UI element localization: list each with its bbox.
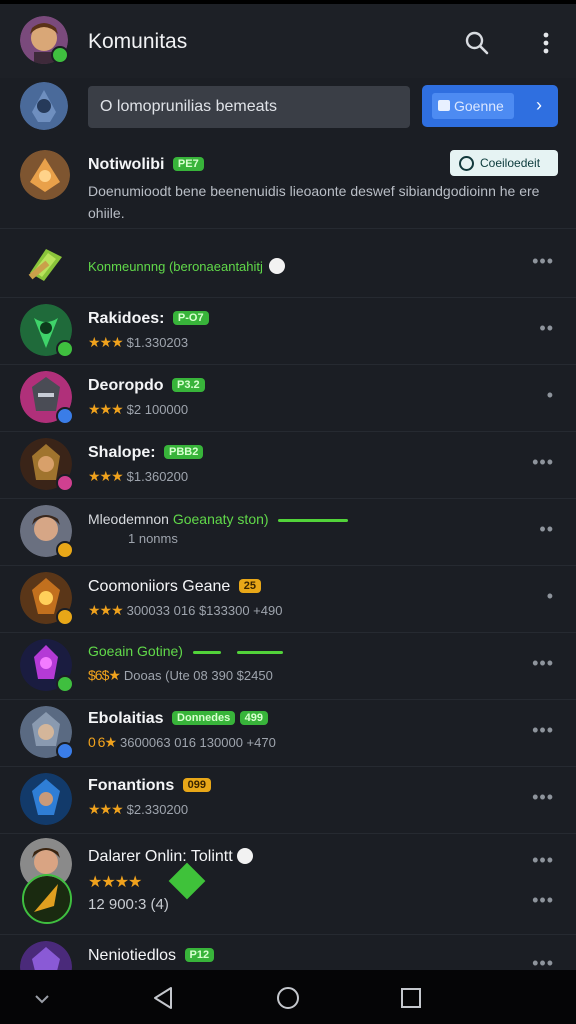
- item-name: Ebolaitias: [88, 710, 164, 727]
- notice-badge: PE7: [172, 157, 204, 171]
- item-highlight: Goeanaty ston): [172, 511, 269, 527]
- chevron-right-icon: ›: [536, 95, 542, 115]
- item-name: Goeain Gotine): [88, 643, 183, 659]
- verified-icon: [237, 848, 254, 864]
- item-meta: $1.360200: [126, 469, 189, 484]
- item-badge: P-O7: [172, 311, 209, 325]
- gem-icon: [24, 243, 66, 290]
- rating-stars: 0 6★: [88, 734, 117, 750]
- item-meta: $1.330203: [126, 335, 189, 350]
- more-horiz-icon[interactable]: •••: [532, 787, 554, 808]
- item-meta: 3600063 016 130000 +470: [120, 735, 276, 750]
- more-vert-icon[interactable]: [540, 32, 552, 59]
- progress-squiggle: [278, 518, 349, 522]
- item-meta: Dooas (Ute 08 390 $2450: [123, 668, 273, 683]
- rating-stars: ★★★: [88, 468, 124, 484]
- more-horiz-icon[interactable]: •••: [532, 890, 554, 911]
- item-badge: 25: [238, 579, 261, 593]
- verified-badge-icon: [56, 742, 74, 760]
- verified-badge-icon: [51, 46, 69, 64]
- feature-row[interactable]: Konmeunnng (beronaeantahitj •••: [0, 229, 576, 298]
- top-app-bar: Komunitas: [0, 0, 576, 78]
- more-horiz-icon[interactable]: •••: [532, 452, 554, 473]
- item-name: Neniotiedlos: [88, 947, 177, 964]
- verified-icon: [268, 258, 285, 274]
- item-badge: PBB2: [164, 445, 204, 459]
- chevron-down-icon[interactable]: [34, 992, 50, 1010]
- rating-stars: ★★★★: [88, 874, 142, 891]
- verified-badge-icon: [56, 407, 74, 425]
- rating-stars: $6$★: [88, 667, 121, 683]
- item-meta: $2 100000: [126, 402, 189, 417]
- confirmed-status-badge: Coeiloedeit: [450, 150, 558, 176]
- item-badge: Donnedes: [172, 711, 236, 725]
- gem-icon: [168, 862, 206, 900]
- item-meta: 300033 016 $133300 +490: [126, 603, 283, 618]
- search-icon[interactable]: [464, 30, 490, 61]
- more-horiz-icon[interactable]: ••: [539, 519, 554, 540]
- more-horiz-icon[interactable]: •: [547, 385, 554, 406]
- item-name: Coomoniiors Geane: [88, 578, 231, 595]
- list-item[interactable]: Dalarer Onlin: Tolintt ★★★★ 12 900:3 (4)…: [0, 834, 576, 935]
- go-button-label: Goenne: [432, 93, 514, 119]
- list-item[interactable]: Deoropdo P3.2 ★★★ $2 100000 •: [0, 365, 576, 432]
- search-input[interactable]: O lomoprunilias bemeats: [88, 86, 410, 128]
- list-item[interactable]: Ebolaitias Donnedes 499 0 6★ 3600063 016 …: [0, 700, 576, 767]
- more-horiz-icon[interactable]: •: [547, 586, 554, 607]
- item-name: Shalope:: [88, 444, 156, 461]
- item-badge: 099: [182, 778, 212, 792]
- back-triangle-icon[interactable]: [152, 986, 174, 1015]
- recents-square-icon[interactable]: [400, 987, 422, 1014]
- more-horiz-icon[interactable]: ••: [539, 318, 554, 339]
- list-item[interactable]: Fonantions 099 ★★★ $2.330200 •••: [0, 767, 576, 834]
- item-badge-secondary: 499: [239, 711, 269, 725]
- verified-badge-icon: [56, 608, 74, 626]
- item-meta: $2.330200: [126, 802, 189, 817]
- item-name: Deoropdo: [88, 377, 164, 394]
- notice-row[interactable]: Notiwolibi PE7 Coeiloedeit Doenumioodt b…: [0, 138, 576, 229]
- verified-badge-icon: [56, 474, 74, 492]
- item-avatar: [20, 773, 72, 825]
- item-meta: 12 900:3 (4): [88, 896, 169, 913]
- user-avatar[interactable]: [20, 82, 68, 130]
- rating-stars: ★★★: [88, 801, 124, 817]
- list-item[interactable]: Neniotiedlos P12 •••: [0, 935, 576, 993]
- verified-badge-icon: [56, 541, 74, 559]
- notice-avatar: [20, 150, 70, 200]
- more-horiz-icon[interactable]: •••: [532, 251, 554, 272]
- rating-stars: ★★★: [88, 602, 124, 618]
- verified-badge-icon: [56, 675, 74, 693]
- list-item[interactable]: Rakidoes: P-O7 ★★★ $1.330203 ••: [0, 298, 576, 365]
- list-item[interactable]: Mleodemnon Goeanaty ston) 1 nonms ••: [0, 499, 576, 566]
- rating-stars: ★★★: [88, 334, 124, 350]
- item-name: Mleodemnon: [88, 511, 169, 527]
- home-circle-icon[interactable]: [276, 986, 300, 1015]
- rating-stars: ★★★: [88, 401, 124, 417]
- verified-badge-icon: [56, 340, 74, 358]
- feature-text: Konmeunnng (beronaeantahitj: [88, 259, 263, 274]
- list-item[interactable]: Goeain Gotine) $6$★ Dooas (Ute 08 390 $24…: [0, 633, 576, 700]
- item-badge: P3.2: [172, 378, 205, 392]
- notice-name: Notiwolibi: [88, 156, 165, 173]
- more-horiz-icon[interactable]: •••: [532, 720, 554, 741]
- item-sub: 1 nonms: [128, 531, 178, 546]
- page-title: Komunitas: [88, 30, 188, 53]
- go-button[interactable]: Goenne ›: [422, 85, 558, 127]
- item-name: Rakidoes:: [88, 310, 165, 327]
- item-badge: P12: [184, 948, 215, 962]
- more-horiz-icon[interactable]: •••: [532, 850, 554, 871]
- item-name: Fonantions: [88, 777, 175, 794]
- more-horiz-icon[interactable]: •••: [532, 653, 554, 674]
- progress-squiggle: [192, 650, 221, 654]
- notice-description: Doenumioodt bene beenenuidis lieoaonte d…: [88, 183, 540, 221]
- list-item[interactable]: Shalope: PBB2 ★★★ $1.360200 •••: [0, 432, 576, 499]
- system-nav-bar: [0, 970, 576, 1024]
- item-name: Dalarer Onlin: Tolintt: [88, 848, 233, 865]
- progress-squiggle: [236, 650, 283, 654]
- search-row: O lomoprunilias bemeats Goenne ›: [0, 78, 576, 138]
- list-item[interactable]: Coomoniiors Geane 25 ★★★ 300033 016 $1333…: [0, 566, 576, 633]
- item-secondary-avatar: [22, 874, 72, 924]
